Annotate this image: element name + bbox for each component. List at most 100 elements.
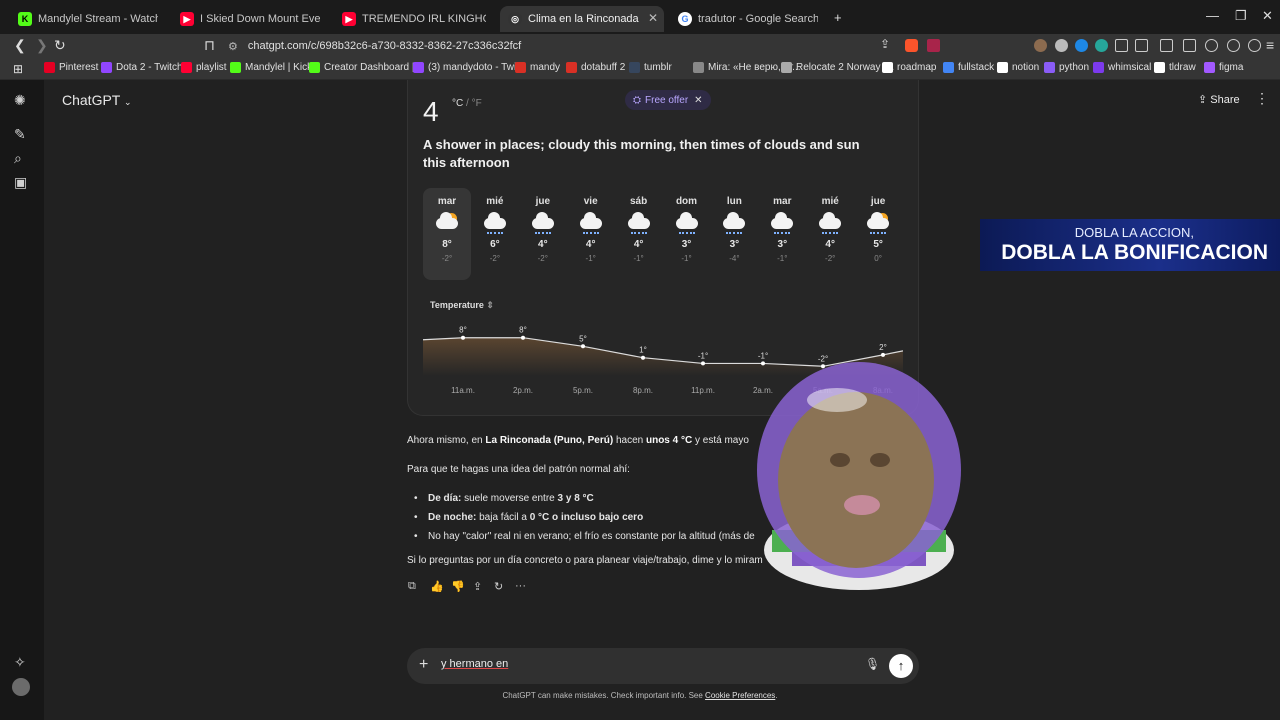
copy-icon[interactable]: ⧉ — [408, 580, 416, 593]
extension-icon-2[interactable] — [1055, 39, 1068, 52]
google-icon: G — [678, 12, 692, 26]
puzzle-icon[interactable] — [1115, 39, 1128, 52]
forecast-day[interactable]: lun 3° -4° — [710, 188, 758, 280]
bookmark-item[interactable]: notion — [997, 62, 1039, 73]
forecast-day[interactable]: mar 8° -2° — [423, 188, 471, 280]
snow-cloud-icon — [481, 212, 509, 235]
forward-icon[interactable]: ❯ — [36, 37, 48, 54]
tab-2[interactable]: ▶ TREMENDO IRL KINGHOUSE en... — [334, 6, 494, 32]
library-icon[interactable]: ▣ — [14, 174, 27, 191]
tab-3-active[interactable]: ◎ Clima en la Rinconada ✕ — [500, 6, 664, 32]
tab-0[interactable]: K Mandylel Stream - Watch Live on Kick — [10, 6, 166, 32]
bookmark-item[interactable]: mandy — [515, 62, 560, 73]
unit-celsius[interactable]: °C — [452, 98, 463, 109]
low-temp: 0° — [874, 254, 882, 263]
bookmark-item[interactable]: whimsical — [1093, 62, 1151, 73]
tab-4[interactable]: G tradutor - Google Search — [670, 6, 826, 32]
thumbs-up-icon[interactable]: 👍 — [430, 580, 444, 593]
bookmark-icon[interactable]: ⊓ — [204, 37, 215, 54]
unit-fahrenheit[interactable]: °F — [472, 98, 482, 109]
current-temperature: 4 — [423, 96, 439, 127]
brave-rewards-icon[interactable] — [927, 39, 940, 52]
forecast-day[interactable]: dom 3° -1° — [663, 188, 711, 280]
bookmark-item[interactable]: Relocate 2 Norway |... — [781, 62, 894, 73]
bookmark-item[interactable]: fullstack — [943, 62, 994, 73]
high-temp: 3° — [681, 239, 692, 250]
close-icon[interactable]: ✕ — [694, 95, 702, 106]
free-offer-button[interactable]: ⛭ Free offer ✕ — [625, 90, 711, 110]
back-icon[interactable]: ❮ — [14, 37, 26, 54]
new-tab-button[interactable]: + — [834, 10, 842, 25]
share-page-icon[interactable]: ⇪ — [880, 37, 890, 51]
address-bar[interactable]: ⚙ chatgpt.com/c/698b32c6-a730-8332-8362-… — [228, 36, 950, 56]
bookmark-item[interactable]: (3) mandydoto - Twi... — [413, 62, 525, 73]
apps-icon[interactable]: ⊞ — [13, 62, 23, 76]
forecast-day[interactable]: jue 4° -2° — [519, 188, 567, 280]
temperature-data-label: -1° — [698, 351, 708, 360]
share-response-icon[interactable]: ⇪ — [473, 580, 482, 593]
low-temp: -2° — [489, 254, 501, 263]
forecast-day[interactable]: mié 6° -2° — [471, 188, 519, 280]
openai-logo-icon[interactable]: ✺ — [14, 92, 26, 109]
regenerate-icon[interactable]: ↻ — [494, 580, 503, 593]
extension-icon-5[interactable] — [1135, 39, 1148, 52]
wallet-icon[interactable] — [1227, 39, 1240, 52]
high-temp: 3° — [777, 239, 788, 250]
model-selector[interactable]: ChatGPT ⌄ — [62, 92, 132, 108]
day-name: vie — [583, 196, 598, 207]
cookie-preferences-link[interactable]: Cookie Preferences — [705, 691, 775, 700]
bookmark-item[interactable]: dotabuff 2 — [566, 62, 625, 73]
forecast-day[interactable]: jue 5° 0° — [854, 188, 902, 280]
bookmark-item[interactable]: Creator Dashboard |... — [309, 62, 423, 73]
thumbs-down-icon[interactable]: 👎 — [451, 580, 465, 593]
message-input[interactable]: y hermano en — [441, 658, 508, 670]
unit-toggle[interactable]: °C / °F — [452, 98, 482, 109]
bookmark-label: playlist — [196, 62, 227, 73]
bookmark-item[interactable]: playlist — [181, 62, 227, 73]
menu-icon[interactable]: ≡ — [1266, 37, 1274, 53]
extension-icon-1[interactable] — [1034, 39, 1047, 52]
attach-icon[interactable]: + — [419, 656, 428, 674]
extension-icon-4[interactable] — [1095, 39, 1108, 52]
bookmark-favicon-icon — [44, 62, 55, 73]
search-icon[interactable]: ⌕ — [14, 150, 22, 167]
sparkle-icon[interactable]: ✧ — [14, 654, 26, 671]
extension-icon-3[interactable] — [1075, 39, 1088, 52]
bookmark-item[interactable]: tumblr — [629, 62, 672, 73]
close-window-icon[interactable]: ✕ — [1262, 8, 1273, 24]
bookmark-item[interactable]: Pinterest — [44, 62, 98, 73]
bookmark-item[interactable]: roadmap — [882, 62, 936, 73]
forecast-day[interactable]: vie 4° -1° — [567, 188, 615, 280]
more-icon[interactable]: ··· — [515, 580, 526, 592]
bookmark-item[interactable]: figma — [1204, 62, 1243, 73]
bookmark-label: Pinterest — [59, 62, 99, 73]
bookmark-item[interactable]: tldraw — [1154, 62, 1196, 73]
forecast-day[interactable]: mar 3° -1° — [758, 188, 806, 280]
brave-shield-icon[interactable] — [905, 39, 918, 52]
minimize-icon[interactable]: — — [1206, 8, 1219, 23]
reload-icon[interactable]: ↻ — [54, 37, 66, 54]
bookmark-item[interactable]: python — [1044, 62, 1089, 73]
low-temp: -1° — [633, 254, 644, 263]
more-options-icon[interactable]: ⋮ — [1255, 90, 1269, 107]
site-settings-icon[interactable]: ⚙ — [228, 40, 238, 53]
close-tab-icon[interactable]: ✕ — [648, 11, 658, 25]
microphone-icon[interactable]: 🎙 — [865, 657, 880, 671]
sidebar-toggle-icon[interactable] — [1160, 39, 1173, 52]
leo-icon[interactable] — [1205, 39, 1218, 52]
extension-icon-6[interactable] — [1183, 39, 1196, 52]
bookmark-item[interactable]: Dota 2 - Twitch — [101, 62, 183, 73]
new-chat-icon[interactable]: ✎ — [14, 126, 26, 143]
share-button[interactable]: ⇪ Share — [1198, 93, 1240, 106]
send-button[interactable]: ↑ — [889, 654, 913, 678]
temperature-selector[interactable]: Temperature ⇕ — [430, 300, 494, 311]
vpn-icon[interactable] — [1248, 39, 1261, 52]
restore-icon[interactable]: ❐ — [1235, 8, 1247, 24]
tab-1[interactable]: ▶ I Skied Down Mount Everest (world f... — [172, 6, 328, 32]
tab-title: TREMENDO IRL KINGHOUSE en... — [362, 13, 486, 25]
forecast-day[interactable]: mié 4° -2° — [806, 188, 854, 280]
weather-description: A shower in places; cloudy this morning,… — [423, 137, 860, 170]
message-paragraph-3: Si lo preguntas por un día concreto o pa… — [407, 555, 763, 566]
bookmark-item[interactable]: Mandylel | Kick — [230, 62, 312, 73]
forecast-day[interactable]: sáb 4° -1° — [615, 188, 663, 280]
